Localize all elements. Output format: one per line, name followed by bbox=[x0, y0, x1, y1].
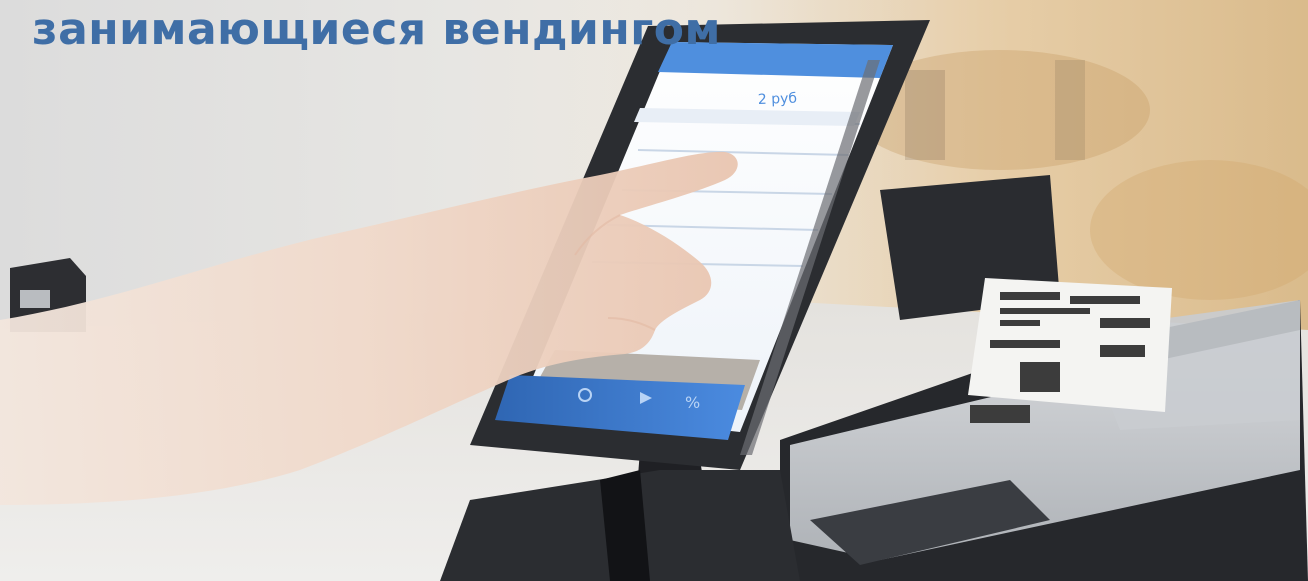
percent-icon: % bbox=[685, 393, 700, 412]
headline: занимающиеся вендингом bbox=[32, 4, 721, 55]
scene-illustration: 2 руб % bbox=[0, 0, 1308, 581]
vending-promo-banner: 2 руб % занимающиеся вендингом bbox=[0, 0, 1308, 581]
tablet-amount-text: 2 руб bbox=[758, 91, 798, 108]
